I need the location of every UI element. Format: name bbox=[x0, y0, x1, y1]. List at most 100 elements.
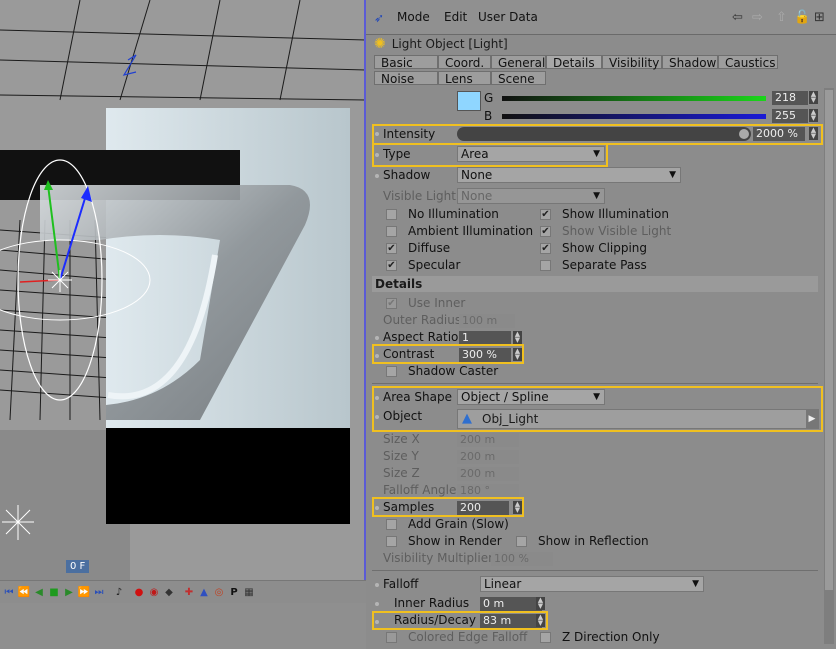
tab-scene[interactable]: Scene bbox=[491, 71, 546, 86]
tab-visibility[interactable]: Visibility bbox=[602, 55, 662, 70]
visible-light-value: None bbox=[461, 189, 493, 203]
pointer-icon: ➶ bbox=[374, 11, 385, 25]
falloff-angle-label: Falloff Angle bbox=[383, 483, 457, 497]
visibility-multiplier-field[interactable]: 100 % bbox=[491, 552, 553, 566]
keyframe-icon[interactable]: ◆ bbox=[162, 584, 176, 600]
color-g-label: G bbox=[484, 91, 494, 105]
next-key-icon[interactable]: ⏩ bbox=[77, 584, 91, 600]
size-y-label: Size Y bbox=[383, 449, 419, 463]
z-direction-only-checkbox[interactable] bbox=[540, 632, 551, 643]
object-title: Light Object [Light] bbox=[391, 37, 508, 51]
color-b-slider[interactable] bbox=[502, 114, 766, 119]
show-illumination-checkbox[interactable]: ✔ bbox=[540, 209, 551, 220]
specular-checkbox[interactable]: ✔ bbox=[386, 260, 397, 271]
use-inner-checkbox[interactable]: ✔ bbox=[386, 298, 397, 309]
show-clipping-checkbox[interactable]: ✔ bbox=[540, 243, 551, 254]
back-arrow-icon[interactable]: ⇦ bbox=[732, 10, 743, 25]
attribute-manager: ➶ Mode Edit User Data ⇦ ⇨ ⇧ 🔓 ⊞ ✺ Light … bbox=[366, 0, 836, 649]
tab-lens[interactable]: Lens bbox=[438, 71, 491, 86]
color-g-field[interactable]: 218 bbox=[772, 91, 808, 105]
scale-icon[interactable]: ◎ bbox=[212, 584, 226, 600]
diffuse-label: Diffuse bbox=[408, 241, 451, 255]
show-illumination-label: Show Illumination bbox=[562, 207, 669, 221]
falloff-label: Falloff bbox=[383, 577, 419, 591]
3d-viewport[interactable]: 0 F ⏮ ⏪ ◀ ■ ▶ ⏩ ⏭ ♪ ● ◉ ◆ ✚ ▲ ◎ P ▦ bbox=[0, 0, 366, 649]
go-start-icon[interactable]: ⏮ bbox=[2, 584, 16, 600]
show-visible-light-checkbox[interactable]: ✔ bbox=[540, 226, 551, 237]
falloff-angle-field[interactable]: 180 ° bbox=[457, 484, 519, 498]
tab-noise[interactable]: Noise bbox=[374, 71, 438, 86]
autokey-icon[interactable]: ◉ bbox=[147, 584, 161, 600]
show-clipping-label: Show Clipping bbox=[562, 241, 648, 255]
chevron-down-icon: ▼ bbox=[593, 191, 600, 201]
tab-details[interactable]: Details bbox=[546, 55, 602, 70]
lock-icon[interactable]: 🔓 bbox=[794, 10, 810, 25]
show-in-render-checkbox[interactable] bbox=[386, 536, 397, 547]
play-icon[interactable]: ■ bbox=[47, 584, 61, 600]
specular-label: Specular bbox=[408, 258, 461, 272]
inner-radius-stepper[interactable]: ▲ ▼ bbox=[536, 597, 545, 610]
show-in-reflection-checkbox[interactable] bbox=[516, 536, 527, 547]
forward-arrow-icon[interactable]: ⇨ bbox=[752, 10, 763, 25]
anim-dot bbox=[375, 583, 379, 587]
highlight-contrast bbox=[372, 344, 524, 364]
color-g-stepper[interactable]: ▲ ▼ bbox=[809, 91, 818, 104]
aspect-ratio-field[interactable]: 1 bbox=[459, 331, 511, 345]
go-end-icon[interactable]: ⏭ bbox=[92, 584, 106, 600]
step-forward-icon[interactable]: ▶ bbox=[62, 584, 76, 600]
shadow-dropdown[interactable]: None ▼ bbox=[457, 167, 681, 183]
new-panel-icon[interactable]: ⊞ bbox=[814, 10, 825, 25]
shadow-caster-checkbox[interactable] bbox=[386, 366, 397, 377]
falloff-dropdown[interactable]: Linear ▼ bbox=[480, 576, 704, 592]
rotate-icon[interactable]: ▲ bbox=[197, 584, 211, 600]
colored-edge-falloff-checkbox[interactable] bbox=[386, 632, 397, 643]
visible-light-dropdown[interactable]: None ▼ bbox=[457, 188, 605, 204]
ambient-illumination-checkbox[interactable] bbox=[386, 226, 397, 237]
menu-edit[interactable]: Edit bbox=[444, 10, 467, 24]
panel-scrollbar[interactable] bbox=[824, 88, 834, 644]
diffuse-checkbox[interactable]: ✔ bbox=[386, 243, 397, 254]
up-arrow-icon[interactable]: ⇧ bbox=[776, 10, 787, 25]
record-icon[interactable]: ● bbox=[132, 584, 146, 600]
tab-basic[interactable]: Basic bbox=[374, 55, 438, 70]
tab-shadow[interactable]: Shadow bbox=[662, 55, 718, 70]
z-direction-only-label: Z Direction Only bbox=[562, 630, 660, 644]
menu-user-data[interactable]: User Data bbox=[478, 10, 538, 24]
transport-toolbar: ⏮ ⏪ ◀ ■ ▶ ⏩ ⏭ ♪ ● ◉ ◆ ✚ ▲ ◎ P ▦ bbox=[0, 580, 366, 603]
size-x-field[interactable]: 200 m bbox=[457, 433, 519, 447]
anim-dot bbox=[375, 602, 379, 606]
step-back-icon[interactable]: ◀ bbox=[32, 584, 46, 600]
chevron-down-icon: ▼ bbox=[669, 170, 676, 180]
menu-mode[interactable]: Mode bbox=[397, 10, 430, 24]
size-y-field[interactable]: 200 m bbox=[457, 450, 519, 464]
highlight-samples bbox=[372, 497, 524, 517]
aspect-ratio-stepper[interactable]: ▲ ▼ bbox=[513, 331, 522, 344]
sound-icon[interactable]: ♪ bbox=[112, 584, 126, 600]
object-header: ✺ Light Object [Light] bbox=[374, 35, 508, 53]
viewport-bottom-area bbox=[0, 603, 366, 649]
inner-radius-field[interactable]: 0 m bbox=[480, 597, 542, 611]
highlight-area-shape bbox=[372, 386, 823, 432]
no-illumination-label: No Illumination bbox=[408, 207, 499, 221]
no-illumination-checkbox[interactable] bbox=[386, 209, 397, 220]
colored-edge-falloff-label: Colored Edge Falloff bbox=[408, 630, 528, 644]
color-b-field[interactable]: 255 bbox=[772, 109, 808, 123]
color-b-stepper[interactable]: ▲ ▼ bbox=[809, 109, 818, 122]
color-g-slider[interactable] bbox=[502, 96, 766, 101]
grid-icon[interactable]: ▦ bbox=[242, 584, 256, 600]
tab-general[interactable]: General bbox=[491, 55, 546, 70]
color-swatch[interactable] bbox=[457, 91, 481, 111]
param-icon[interactable]: P bbox=[227, 584, 241, 600]
add-grain-checkbox[interactable] bbox=[386, 519, 397, 530]
size-z-field[interactable]: 200 m bbox=[457, 467, 519, 481]
outer-radius-label: Outer Radius bbox=[383, 313, 462, 327]
move-icon[interactable]: ✚ bbox=[182, 584, 196, 600]
prev-key-icon[interactable]: ⏪ bbox=[17, 584, 31, 600]
separate-pass-checkbox[interactable] bbox=[540, 260, 551, 271]
falloff-value: Linear bbox=[484, 577, 522, 591]
details-section-header[interactable]: Details bbox=[372, 276, 818, 292]
shadow-caster-label: Shadow Caster bbox=[408, 364, 499, 378]
outer-radius-field[interactable]: 100 m bbox=[459, 314, 515, 328]
tab-coord[interactable]: Coord. bbox=[438, 55, 491, 70]
tab-caustics[interactable]: Caustics bbox=[718, 55, 778, 70]
